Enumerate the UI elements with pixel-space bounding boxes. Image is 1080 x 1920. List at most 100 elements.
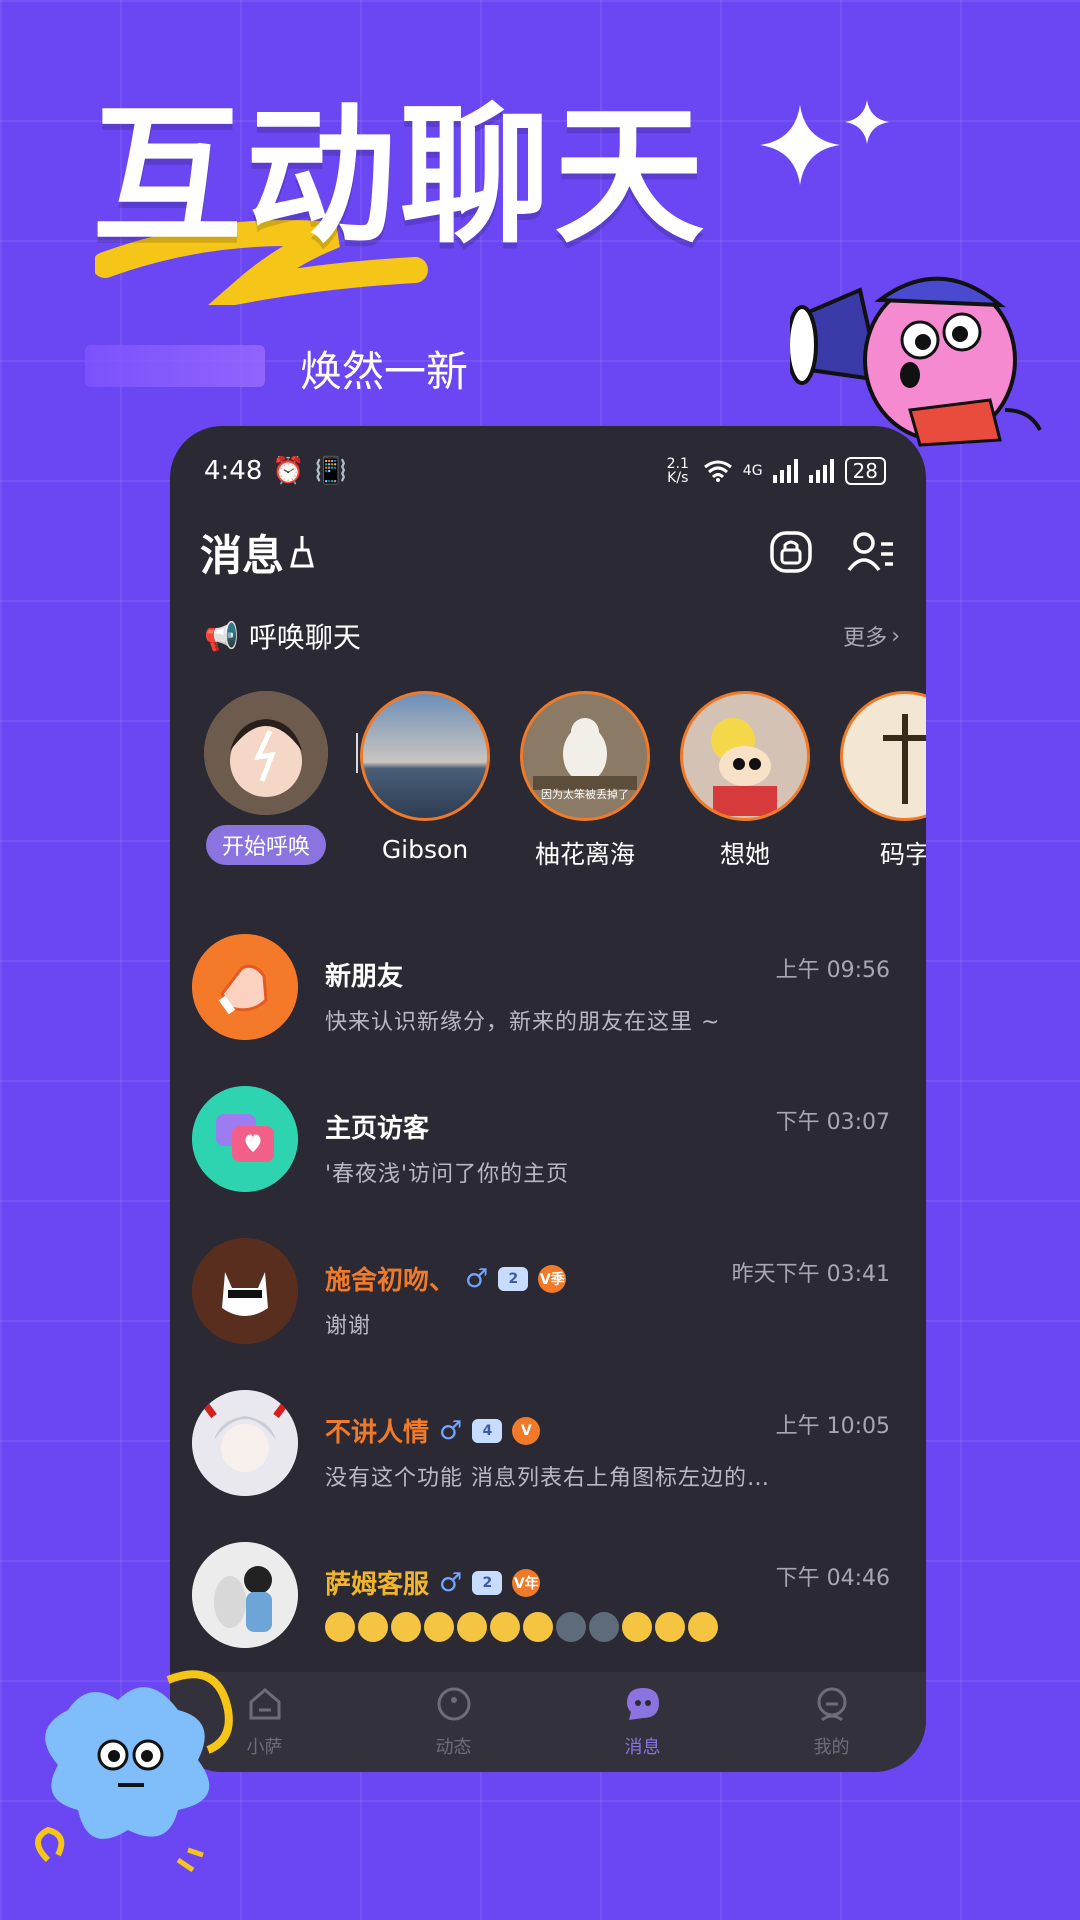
story-self[interactable]: 开始呼唤 (186, 691, 346, 865)
list-item[interactable]: 不讲人情 ♂ 4 V 上午 10:05 没有这个功能 消息列表右上角图标左边的… (170, 1372, 926, 1524)
emoji-icon (391, 1612, 421, 1642)
blurred-label (85, 345, 265, 387)
anime-avatar (192, 1390, 298, 1496)
avatar (192, 934, 298, 1040)
tab-label: 我的 (813, 1736, 850, 1758)
sparkle-small-icon (845, 100, 889, 144)
message-title: 萨姆客服 (325, 1570, 430, 1600)
emoji-icon (523, 1612, 553, 1642)
profile-icon (817, 1687, 846, 1721)
contacts-button[interactable] (846, 527, 896, 577)
promo-title: 互动聊天 (92, 90, 709, 264)
story-name: 想她 (719, 840, 770, 869)
network-type: 4G (742, 463, 763, 479)
promo-subtitle: 焕然一新 (300, 347, 469, 396)
emoji-icon (688, 1612, 718, 1642)
sparkle-icon (760, 105, 840, 185)
emoji-icon (424, 1612, 454, 1642)
message-preview: 快来认识新缘分，新来的朋友在这里 ~ (325, 1010, 721, 1035)
status-bar: 4:48 ⏰ 📳 2.1 K/s 4G 28 (204, 446, 886, 496)
story-caption: 因为太笨被丢掉了 (541, 788, 629, 801)
call-section: 📢 呼唤聊天 更多 › (204, 616, 900, 656)
message-title: 主页访客 (325, 1114, 430, 1144)
emoji-preview (325, 1612, 718, 1642)
lock-icon (770, 531, 812, 573)
emoji-icon (457, 1612, 487, 1642)
page-header: 消息 (200, 522, 896, 582)
contacts-icon (847, 532, 893, 572)
home-icon (249, 1687, 280, 1719)
avatar (192, 1238, 298, 1344)
chevron-right-icon: › (891, 623, 900, 649)
vibrate-icon: 📳 (314, 456, 348, 486)
phone-screen: 4:48 ⏰ 📳 2.1 K/s 4G 28 消息 📢 呼唤聊天 更多 › 开始… (170, 426, 926, 1772)
wolf-emoji-icon (589, 1612, 619, 1642)
page-title: 消息 (200, 530, 285, 580)
avatar (204, 691, 328, 815)
emoji-icon (490, 1612, 520, 1642)
list-item[interactable]: 施舍初吻、 ♂ 2 V季 昨天下午 03:41 谢谢 (170, 1220, 926, 1372)
story-name: 柚花离海 (534, 840, 635, 869)
tab-label: 动态 (435, 1736, 472, 1758)
message-time: 下午 03:07 (775, 1110, 890, 1135)
story-name: Gibson (381, 835, 469, 864)
list-item[interactable]: 新朋友 上午 09:56 快来认识新缘分，新来的朋友在这里 ~ (170, 916, 926, 1068)
level-badge: 2 (472, 1570, 503, 1595)
gender-icon: ♂ (439, 1415, 463, 1446)
message-list: 新朋友 上午 09:56 快来认识新缘分，新来的朋友在这里 ~ 主页访客 下午 … (170, 916, 926, 1676)
story-carousel[interactable]: 开始呼唤 Gibson 因为太笨被丢掉了 柚花离海 想她 码字 (170, 691, 926, 881)
mascot-megaphone-illustration (790, 276, 1042, 447)
avatar (840, 691, 926, 821)
visitor-icon (192, 1086, 298, 1192)
story-item[interactable]: 码字 (825, 691, 926, 871)
more-link[interactable]: 更多 › (843, 620, 900, 652)
message-preview: 没有这个功能 消息列表右上角图标左边的… (325, 1466, 770, 1491)
tab-label: 消息 (624, 1736, 661, 1758)
list-item[interactable]: 萨姆客服 ♂ 2 V年 下午 04:46 (170, 1524, 926, 1676)
blue-mascot-illustration (35, 1670, 233, 1873)
vip-badge: V年 (512, 1568, 541, 1597)
emoji-icon (325, 1612, 355, 1642)
gender-icon: ♂ (465, 1263, 489, 1294)
message-preview: '春夜浅'访问了你的主页 (325, 1162, 570, 1187)
net-speed: 2.1 K/s (666, 456, 689, 486)
chat-icon (626, 1687, 659, 1720)
story-item[interactable]: 因为太笨被丢掉了 柚花离海 (505, 691, 665, 871)
message-time: 上午 10:05 (775, 1414, 890, 1439)
circle-icon (437, 1687, 470, 1720)
tab-feed[interactable]: 动态 (394, 1686, 514, 1759)
wolf-emoji-icon (556, 1612, 586, 1642)
lock-button[interactable] (766, 527, 816, 577)
vip-badge: V (512, 1416, 541, 1445)
more-label: 更多 (843, 626, 888, 651)
tab-profile[interactable]: 我的 (772, 1686, 892, 1759)
level-badge: 2 (498, 1266, 529, 1291)
wifi-icon (703, 460, 732, 482)
message-title: 不讲人情 (325, 1418, 430, 1448)
message-time: 上午 09:56 (775, 958, 890, 983)
tab-messages[interactable]: 消息 (583, 1686, 703, 1759)
handshake-icon (192, 934, 298, 1040)
story-name: 码字 (879, 840, 926, 869)
story-item[interactable]: Gibson (345, 691, 505, 864)
speaker-icon: 📢 (204, 619, 239, 653)
level-badge: 4 (472, 1418, 503, 1443)
start-call-button[interactable]: 开始呼唤 (205, 825, 326, 865)
avatar: 因为太笨被丢掉了 (520, 691, 650, 821)
list-item[interactable]: 主页访客 下午 03:07 '春夜浅'访问了你的主页 (170, 1068, 926, 1220)
alarm-icon: ⏰ (272, 456, 305, 486)
avatar (680, 691, 810, 821)
message-time: 下午 04:46 (775, 1566, 890, 1591)
vip-badge: V季 (538, 1264, 567, 1293)
emoji-icon (655, 1612, 685, 1642)
story-item[interactable]: 想她 (665, 691, 825, 871)
avatar (360, 691, 490, 821)
message-title: 施舍初吻、 (325, 1266, 456, 1296)
message-title: 新朋友 (325, 962, 404, 992)
gender-icon: ♂ (439, 1567, 463, 1598)
broom-icon[interactable] (290, 534, 320, 570)
status-time: 4:48 (204, 456, 263, 486)
avatar (192, 1086, 298, 1192)
emoji-icon (622, 1612, 652, 1642)
message-preview: 谢谢 (325, 1314, 372, 1339)
